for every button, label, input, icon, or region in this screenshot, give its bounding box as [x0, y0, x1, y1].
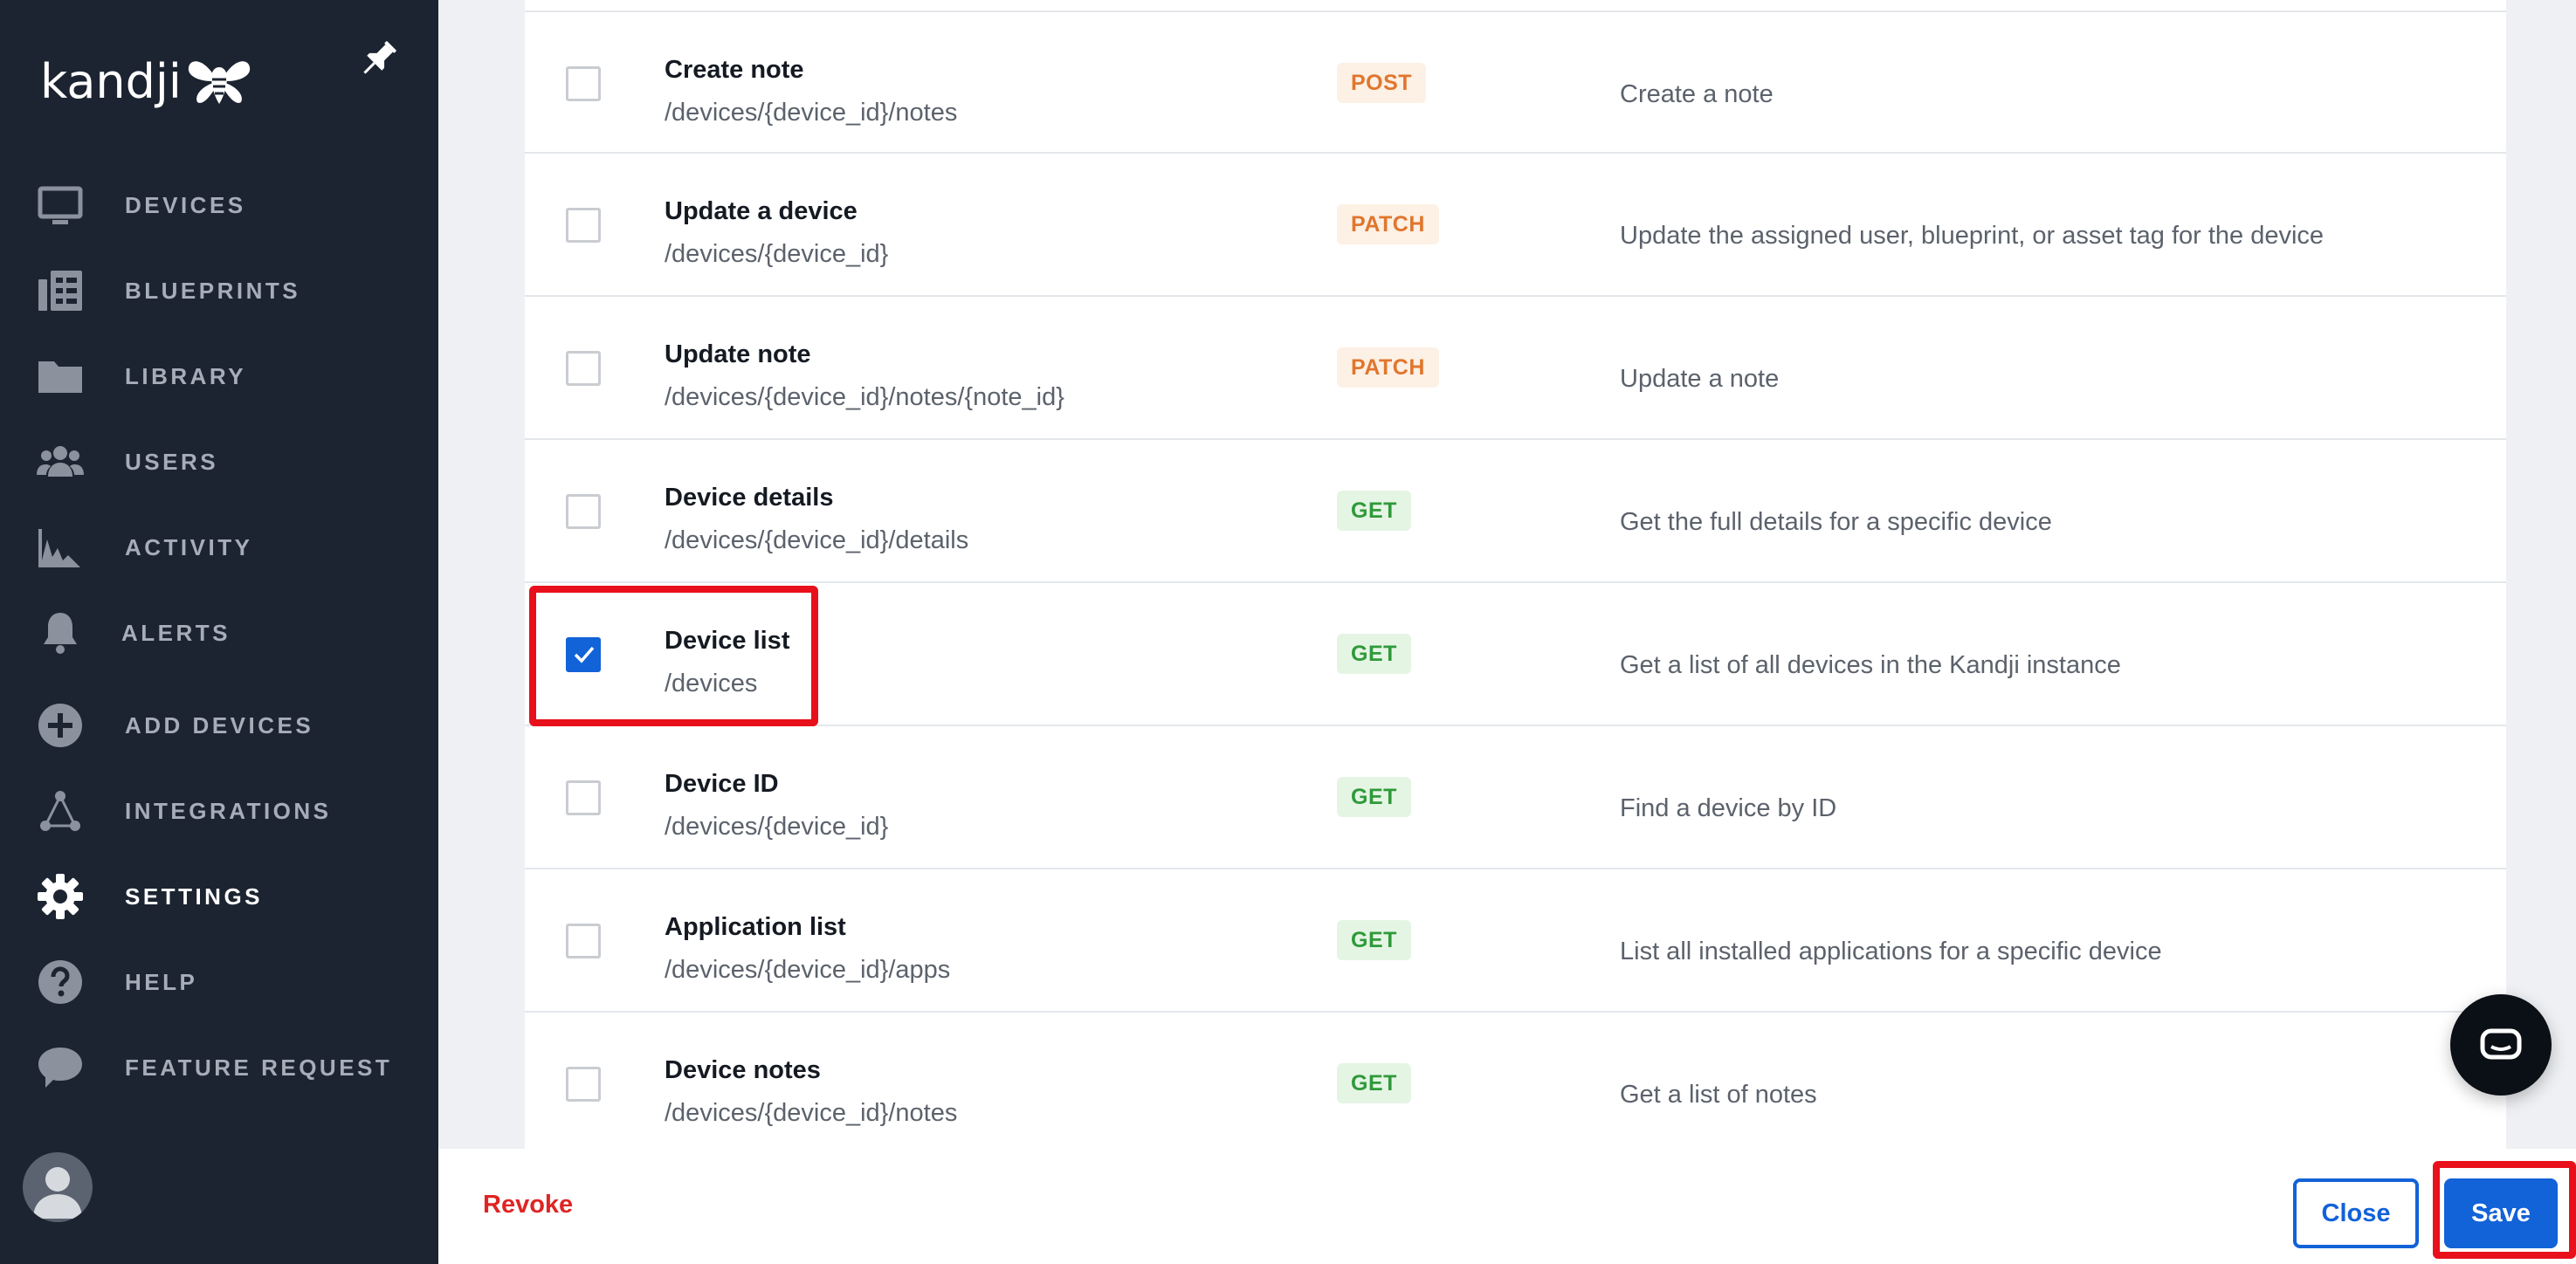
activity-icon [35, 522, 86, 573]
method-badge: GET [1337, 634, 1411, 674]
table-row: Update note /devices/{device_id}/notes/{… [525, 297, 2506, 440]
chat-widget-button[interactable] [2450, 994, 2552, 1096]
bell-icon [35, 608, 86, 658]
pin-icon[interactable] [356, 37, 400, 82]
plus-circle-icon [35, 700, 86, 751]
method-badge: GET [1337, 920, 1411, 960]
endpoint-path: /devices [665, 670, 758, 697]
endpoint-name: Device list [665, 627, 790, 655]
sidebar-item-alerts[interactable]: ALERTS [0, 598, 438, 668]
endpoint-name: Update a device [665, 197, 858, 225]
endpoint-checkbox-checked[interactable] [566, 637, 601, 672]
sidebar-item-feature-request[interactable]: FEATURE REQUEST [0, 1033, 438, 1103]
sidebar-item-integrations[interactable]: INTEGRATIONS [0, 776, 438, 846]
folder-icon [35, 351, 86, 402]
table-row: Device list /devices GET Get a list of a… [525, 583, 2506, 726]
sidebar-item-label: ADD DEVICES [125, 711, 314, 738]
table-row: Update a device /devices/{device_id} PAT… [525, 154, 2506, 297]
endpoint-checkbox[interactable] [566, 351, 601, 386]
user-avatar-icon [33, 1167, 82, 1219]
endpoint-description: Find a device by ID [1620, 794, 1837, 822]
main-content: Create note /devices/{device_id}/notes P… [438, 0, 2576, 1149]
endpoint-checkbox[interactable] [566, 66, 601, 101]
endpoint-path: /devices/{device_id}/apps [665, 956, 951, 984]
endpoint-checkbox[interactable] [566, 780, 601, 815]
speech-bubble-icon [35, 1042, 86, 1093]
endpoint-path: /devices/{device_id}/notes [665, 99, 958, 127]
blueprints-icon [35, 265, 86, 316]
sidebar-item-label: DEVICES [125, 191, 246, 218]
monitor-icon [35, 180, 86, 230]
help-icon [35, 957, 86, 1007]
users-icon [35, 436, 86, 487]
endpoint-path: /devices/{device_id}/notes [665, 1099, 958, 1127]
sidebar-item-label: FEATURE REQUEST [125, 1054, 393, 1081]
revoke-button[interactable]: Revoke [483, 1191, 573, 1219]
endpoint-description: Update a note [1620, 365, 1780, 393]
sidebar-item-label: HELP [125, 968, 198, 995]
endpoint-checkbox[interactable] [566, 924, 601, 958]
endpoint-name: Device ID [665, 770, 779, 798]
endpoint-description: Get a list of all devices in the Kandji … [1620, 651, 2121, 679]
save-button[interactable]: Save [2444, 1178, 2558, 1248]
method-badge: GET [1337, 491, 1411, 531]
sidebar-item-label: ACTIVITY [125, 533, 253, 560]
chat-icon [2480, 1028, 2522, 1060]
footer-bar: Revoke Close Save [438, 1149, 2576, 1264]
table-row: Device details /devices/{device_id}/deta… [525, 440, 2506, 583]
endpoint-description: Get a list of notes [1620, 1081, 1817, 1109]
endpoint-name: Device details [665, 484, 834, 512]
sidebar-item-devices[interactable]: DEVICES [0, 170, 438, 240]
endpoint-path: /devices/{device_id}/details [665, 526, 969, 554]
sidebar-item-add-devices[interactable]: ADD DEVICES [0, 690, 438, 760]
endpoint-name: Application list [665, 913, 846, 941]
integrations-icon [35, 786, 86, 836]
endpoint-path: /devices/{device_id}/notes/{note_id} [665, 383, 1064, 411]
sidebar-item-label: INTEGRATIONS [125, 797, 332, 824]
sidebar-item-library[interactable]: LIBRARY [0, 341, 438, 411]
sidebar-item-settings[interactable]: SETTINGS [0, 862, 438, 931]
close-button[interactable]: Close [2293, 1178, 2419, 1248]
table-row: Create note /devices/{device_id}/notes P… [525, 10, 2506, 154]
method-badge: PATCH [1337, 347, 1439, 388]
method-badge: POST [1337, 63, 1427, 103]
sidebar-item-activity[interactable]: ACTIVITY [0, 512, 438, 582]
endpoint-checkbox[interactable] [566, 494, 601, 529]
sidebar-item-label: SETTINGS [125, 883, 264, 910]
avatar[interactable] [23, 1152, 93, 1222]
endpoint-description: Update the assigned user, blueprint, or … [1620, 222, 2325, 250]
endpoint-description: Create a note [1620, 80, 1774, 108]
sidebar-item-users[interactable]: USERS [0, 427, 438, 497]
method-badge: GET [1337, 777, 1411, 817]
endpoint-description: List all installed applications for a sp… [1620, 938, 2162, 965]
endpoint-description: Get the full details for a specific devi… [1620, 508, 2052, 536]
table-row: Device ID /devices/{device_id} GET Find … [525, 726, 2506, 869]
brand-name: kandji [40, 54, 182, 109]
endpoint-checkbox[interactable] [566, 1067, 601, 1102]
kandji-logo[interactable]: kandji [40, 54, 251, 109]
endpoint-name: Update note [665, 340, 811, 368]
table-row: Device notes /devices/{device_id}/notes … [525, 1013, 2506, 1156]
sidebar-item-label: USERS [125, 448, 219, 475]
sidebar-item-help[interactable]: HELP [0, 947, 438, 1017]
endpoint-path: /devices/{device_id} [665, 240, 889, 268]
table-row: Application list /devices/{device_id}/ap… [525, 869, 2506, 1013]
endpoint-checkbox[interactable] [566, 208, 601, 243]
sidebar-item-blueprints[interactable]: BLUEPRINTS [0, 256, 438, 326]
sidebar: kandji DEVICES BLUEPRINTS LIBRARY USERS … [0, 0, 438, 1264]
sidebar-item-label: ALERTS [121, 619, 231, 646]
endpoint-name: Create note [665, 56, 804, 84]
method-badge: GET [1337, 1063, 1411, 1103]
sidebar-item-label: BLUEPRINTS [125, 277, 301, 304]
checkmark-icon [574, 646, 595, 663]
api-permissions-table: Create note /devices/{device_id}/notes P… [525, 0, 2506, 1149]
endpoint-path: /devices/{device_id} [665, 813, 889, 841]
bee-icon [188, 60, 251, 104]
endpoint-name: Device notes [665, 1056, 821, 1084]
gear-icon [35, 871, 86, 922]
sidebar-item-label: LIBRARY [125, 362, 247, 389]
method-badge: PATCH [1337, 204, 1439, 244]
